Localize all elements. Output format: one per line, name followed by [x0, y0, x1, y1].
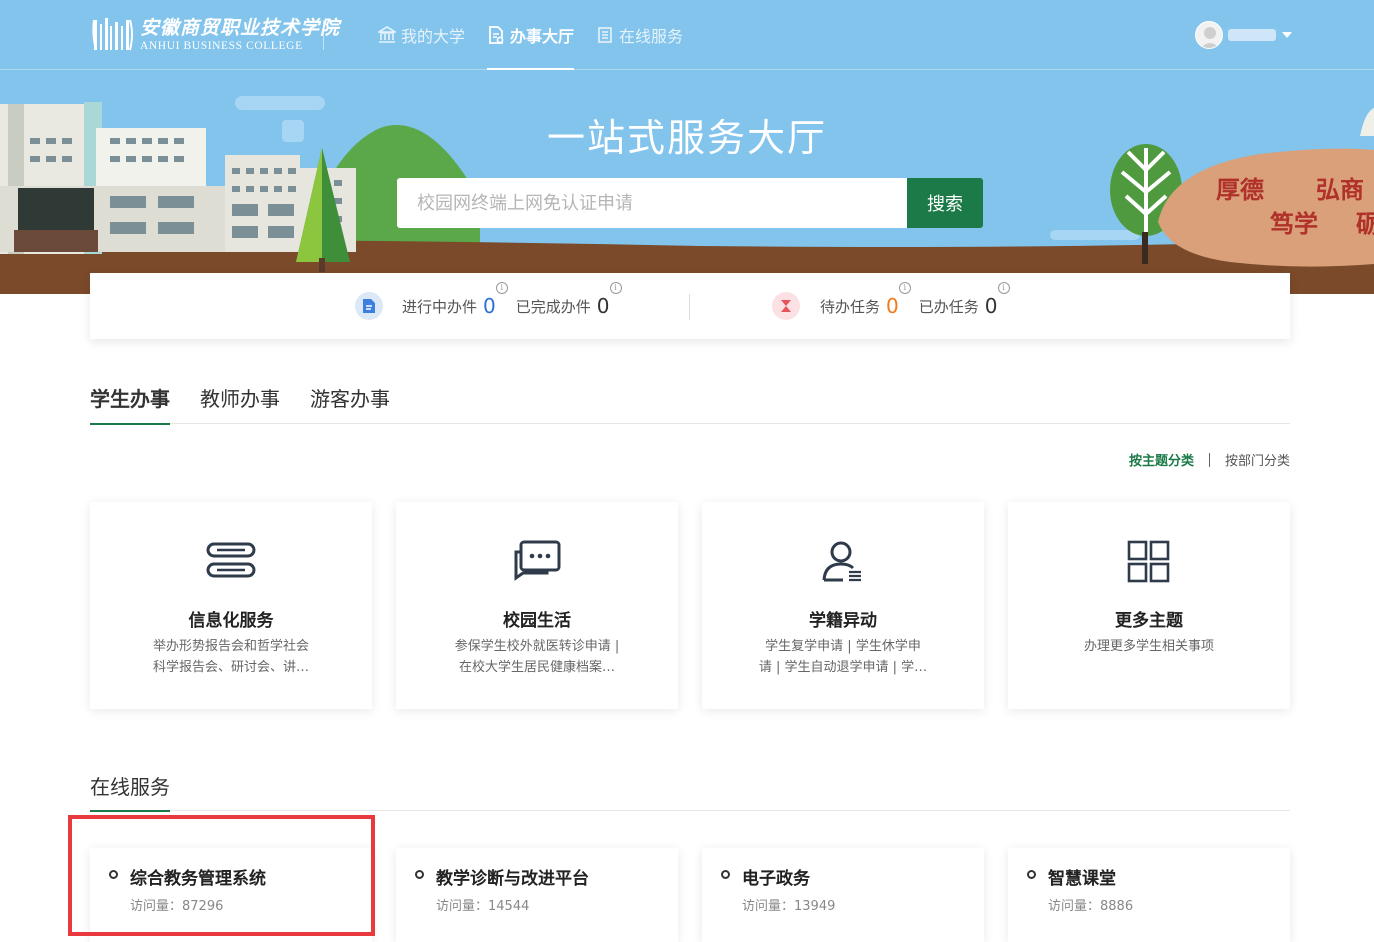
sort-divider — [1208, 452, 1210, 467]
top-navigation: 安徽商贸职业技术学院 ANHUI BUSINESS COLLEGE 我的大学 办… — [0, 0, 1374, 70]
card-title: 更多主题 — [1115, 611, 1183, 631]
bullet-icon — [109, 870, 118, 879]
service-card-teaching-diagnosis[interactable]: 教学诊断与改进平台 访问量：14544 — [396, 848, 678, 942]
logo-english-name: ANHUI BUSINESS COLLEGE — [140, 40, 303, 52]
service-name: 综合教务管理系统 — [130, 869, 266, 889]
card-desc-line: 参保学生校外就医转诊申请 | — [454, 639, 620, 654]
card-title: 校园生活 — [503, 611, 571, 631]
topic-card-it-services[interactable]: 信息化服务 举办形势报告会和哲学社会 科学报告会、研讨会、讲… — [90, 502, 372, 709]
rock-text-3: 笃学 — [1269, 209, 1318, 238]
card-title: 信息化服务 — [188, 611, 274, 631]
completed-count[interactable]: 0i — [597, 282, 622, 318]
category-switch: 按主题分类 按部门分类 — [1129, 450, 1290, 469]
chevron-down-icon — [1282, 32, 1292, 38]
nav-label: 在线服务 — [619, 27, 684, 46]
tab-teacher[interactable]: 教师办事 — [200, 380, 280, 424]
page-title: 一站式服务大厅 — [546, 116, 827, 160]
topic-card-campus-life[interactable]: 校园生活 参保学生校外就医转诊申请 | 在校大学生居民健康档案… — [396, 502, 678, 709]
avatar — [1195, 21, 1223, 49]
logo-chinese-name: 安徽商贸职业技术学院 — [140, 17, 341, 39]
rock-text-1: 厚德 — [1216, 175, 1264, 204]
info-icon[interactable]: i — [898, 282, 911, 294]
card-description: 学生复学申请 | 学生休学申 请 | 学生自动退学申请 | 学… — [752, 636, 934, 678]
service-name: 智慧课堂 — [1048, 869, 1116, 889]
card-desc-line: 办理更多学生相关事项 — [1083, 639, 1214, 654]
nav-label: 办事大厅 — [510, 27, 575, 46]
in-progress-count[interactable]: 0i — [483, 282, 508, 318]
grid-icon — [1127, 540, 1170, 583]
todo-label[interactable]: 待办任务 — [820, 296, 880, 317]
in-progress-label[interactable]: 进行中办件 — [402, 296, 477, 317]
tab-student[interactable]: 学生办事 — [90, 380, 170, 425]
topic-card-more[interactable]: 更多主题 办理更多学生相关事项 — [1008, 502, 1290, 709]
card-desc-line: 举办形势报告会和哲学社会 — [152, 639, 309, 654]
service-card-smart-classroom[interactable]: 智慧课堂 访问量：8886 — [1008, 848, 1290, 942]
nav-divider — [323, 20, 324, 50]
file-icon — [355, 292, 383, 320]
search-input[interactable] — [397, 178, 907, 228]
college-emblem-icon — [92, 18, 133, 51]
card-title: 学籍异动 — [809, 611, 877, 631]
bullet-icon — [1027, 870, 1036, 879]
nav-item-online-service[interactable]: 在线服务 — [596, 0, 683, 70]
chat-icon — [514, 540, 561, 581]
info-icon[interactable]: i — [997, 282, 1010, 294]
user-menu[interactable] — [1195, 21, 1292, 49]
hero-banner: 厚德 弘商 笃学 砺 安徽商贸职业技术学院 ANHUI BUSINESS COL… — [0, 0, 1374, 294]
service-visits: 访问量：8886 — [1048, 899, 1134, 914]
college-logo[interactable]: 安徽商贸职业技术学院 ANHUI BUSINESS COLLEGE — [92, 16, 340, 54]
user-list-icon — [822, 541, 861, 582]
service-name: 教学诊断与改进平台 — [436, 869, 589, 889]
search-bar: 搜索 — [397, 178, 983, 228]
done-count[interactable]: 0i — [985, 282, 1010, 318]
service-card-e-government[interactable]: 电子政务 访问量：13949 — [702, 848, 984, 942]
card-desc-line: 请 | 学生自动退学申请 | 学… — [758, 660, 928, 675]
tab-visitor[interactable]: 游客办事 — [310, 380, 390, 424]
service-visits: 访问量：13949 — [742, 899, 836, 914]
user-avatar-icon — [1200, 27, 1220, 48]
bullet-icon — [721, 870, 730, 879]
online-services-title: 在线服务 — [90, 770, 170, 812]
main-nav: 我的大学 办事大厅 在线服务 — [378, 0, 705, 70]
info-icon[interactable]: i — [495, 282, 508, 294]
online-services-header: 在线服务 — [90, 770, 1290, 812]
document-icon — [489, 26, 504, 44]
service-name: 电子政务 — [742, 869, 810, 889]
my-tasks-stats: 待办任务 0i 已办任务 0i — [772, 273, 1010, 339]
todo-count[interactable]: 0i — [886, 282, 911, 318]
rock-text-4: 砺 — [1356, 209, 1374, 238]
hourglass-icon — [772, 292, 800, 320]
sort-by-department-link[interactable]: 按部门分类 — [1225, 450, 1290, 469]
nav-item-service-hall[interactable]: 办事大厅 — [487, 0, 575, 70]
done-label[interactable]: 已办任务 — [919, 296, 979, 317]
info-icon[interactable]: i — [609, 282, 622, 294]
service-visits: 访问量：14544 — [436, 899, 530, 914]
topic-cards: 信息化服务 举办形势报告会和哲学社会 科学报告会、研讨会、讲… 校园生活 参保学… — [90, 502, 1290, 709]
task-stats-bar: 进行中办件 0i 已完成办件 0i 待办任务 0i 已办任务 0i — [90, 273, 1290, 339]
building-icon — [378, 26, 396, 43]
service-visits: 访问量：87296 — [130, 899, 224, 914]
bullet-icon — [415, 870, 424, 879]
card-desc-line: 科学报告会、研讨会、讲… — [152, 660, 309, 675]
search-button[interactable]: 搜索 — [907, 178, 983, 228]
rock-text-2: 弘商 — [1316, 175, 1364, 204]
stats-divider — [689, 294, 690, 320]
sort-by-topic-link[interactable]: 按主题分类 — [1129, 450, 1194, 469]
card-description: 参保学生校外就医转诊申请 | 在校大学生居民健康档案… — [446, 636, 628, 678]
user-name-redacted — [1228, 29, 1276, 41]
my-cases-stats: 进行中办件 0i 已完成办件 0i — [355, 273, 622, 339]
nav-item-my-university[interactable]: 我的大学 — [378, 0, 465, 70]
nav-label: 我的大学 — [401, 27, 466, 46]
card-description: 办理更多学生相关事项 — [1058, 636, 1240, 657]
server-icon — [206, 542, 256, 578]
role-tabs: 学生办事 教师办事 游客办事 — [90, 380, 1290, 425]
card-desc-line: 学生复学申请 | 学生休学申 — [765, 639, 921, 654]
page: 厚德 弘商 笃学 砺 安徽商贸职业技术学院 ANHUI BUSINESS COL… — [0, 0, 1374, 942]
list-icon — [598, 27, 612, 43]
service-card-academic-system[interactable]: 综合教务管理系统 访问量：87296 — [90, 848, 372, 942]
topic-card-status-change[interactable]: 学籍异动 学生复学申请 | 学生休学申 请 | 学生自动退学申请 | 学… — [702, 502, 984, 709]
card-description: 举办形势报告会和哲学社会 科学报告会、研讨会、讲… — [140, 636, 322, 678]
card-desc-line: 在校大学生居民健康档案… — [458, 660, 615, 675]
completed-label[interactable]: 已完成办件 — [516, 296, 591, 317]
